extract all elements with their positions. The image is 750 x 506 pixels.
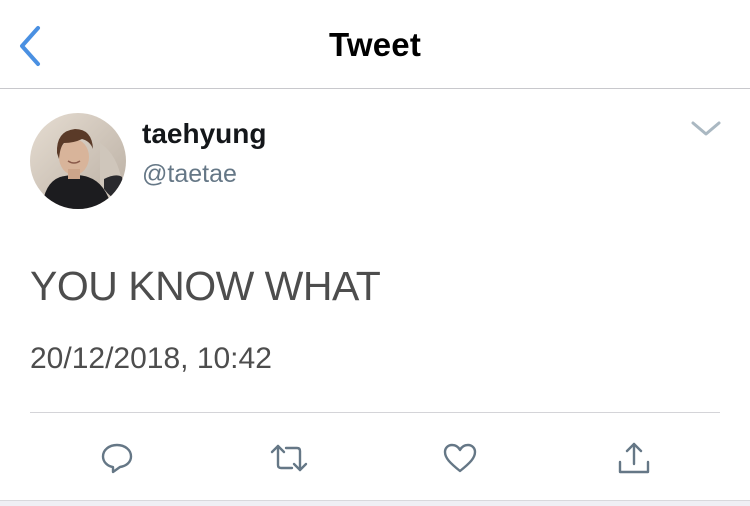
chevron-down-icon — [691, 121, 721, 136]
tweet-menu-button[interactable] — [686, 114, 726, 144]
reply-icon — [101, 443, 133, 474]
page-title: Tweet — [328, 26, 422, 63]
nav-bar: Tweet — [0, 0, 750, 89]
share-button[interactable] — [614, 438, 654, 478]
heart-icon — [443, 443, 477, 473]
tweet-timestamp: 20/12/2018, 10:42 — [30, 342, 272, 375]
author-handle[interactable]: @taetae — [142, 160, 237, 189]
reply-button[interactable] — [97, 438, 137, 478]
avatar-image — [30, 113, 126, 209]
author-display-name[interactable]: taehyung — [142, 118, 266, 150]
tweet-text: YOU KNOW WHAT — [30, 263, 381, 309]
bottom-bar — [0, 500, 750, 506]
share-icon — [618, 442, 650, 474]
divider — [30, 412, 720, 413]
retweet-button[interactable] — [269, 438, 309, 478]
retweet-icon — [270, 444, 308, 472]
avatar[interactable] — [30, 113, 126, 209]
like-button[interactable] — [440, 438, 480, 478]
